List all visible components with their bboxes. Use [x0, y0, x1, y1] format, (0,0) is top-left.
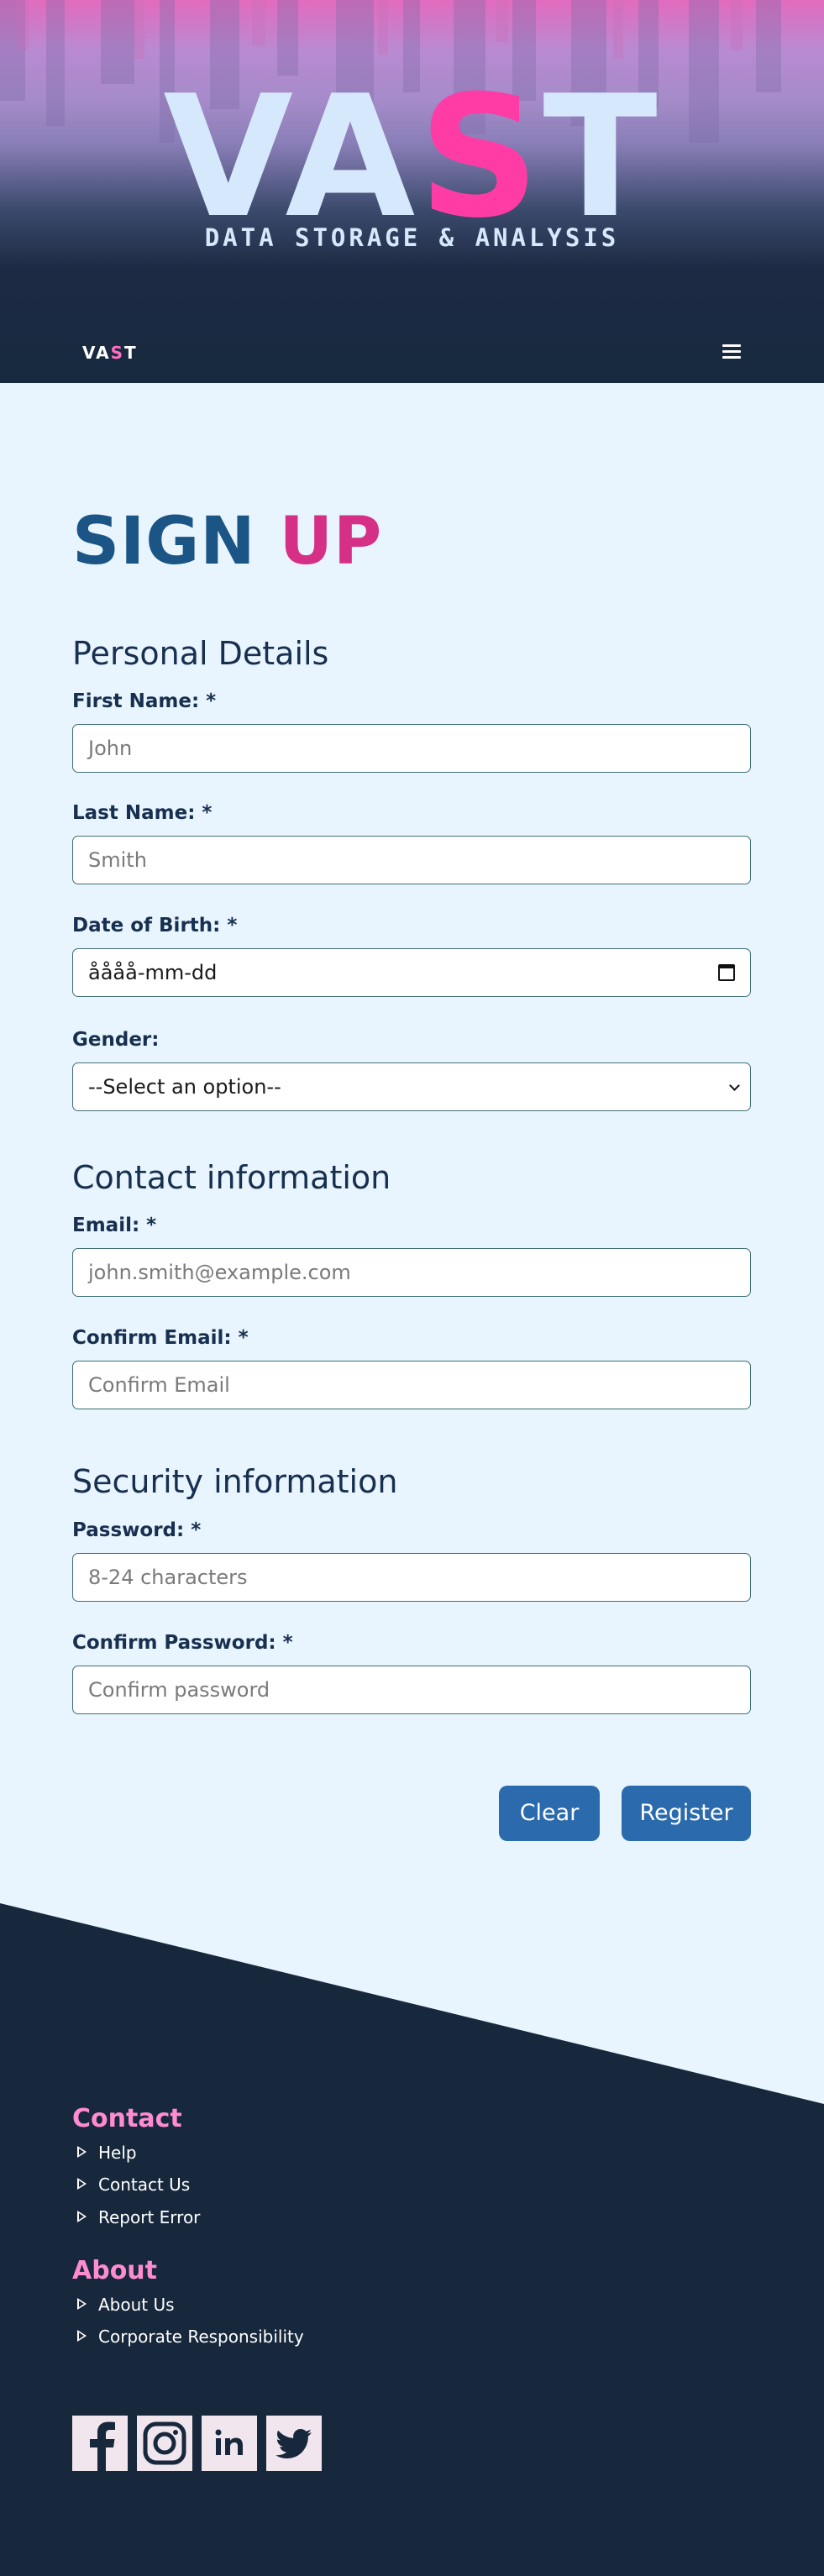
clear-button[interactable]: Clear — [499, 1786, 600, 1841]
last-name-input[interactable]: Smith — [72, 836, 751, 884]
footer-contact-heading: Contact — [72, 2104, 182, 2133]
dob-label: Date of Birth: * — [72, 915, 238, 936]
footer-link-report-error[interactable]: Report Error — [77, 2207, 200, 2227]
first-name-input[interactable]: John — [72, 724, 751, 773]
footer-link-corporate-responsibility[interactable]: Corporate Responsibility — [77, 2327, 304, 2347]
facebook-icon[interactable] — [72, 2416, 128, 2471]
footer — [0, 1898, 824, 2576]
gender-select[interactable]: --Select an option-- — [72, 1062, 751, 1111]
calendar-icon[interactable] — [718, 964, 735, 981]
footer-link-contact-us[interactable]: Contact Us — [77, 2175, 190, 2195]
dob-value: åååå-mm-dd — [88, 961, 218, 984]
register-button[interactable]: Register — [622, 1786, 751, 1841]
password-label: Password: * — [72, 1519, 202, 1541]
footer-link-help[interactable]: Help — [77, 2143, 137, 2163]
page-title: SIGN UP — [72, 504, 383, 580]
linkedin-icon[interactable] — [202, 2416, 257, 2471]
triangle-bullet-icon — [77, 2211, 87, 2222]
triangle-bullet-icon — [77, 2298, 87, 2310]
last-name-label: Last Name: * — [72, 802, 213, 824]
triangle-bullet-icon — [77, 2146, 87, 2158]
confirm-email-label: Confirm Email: * — [72, 1327, 249, 1349]
email-label: Email: * — [72, 1215, 157, 1236]
chevron-down-icon — [729, 1080, 740, 1091]
first-name-label: First Name: * — [72, 690, 217, 712]
password-input[interactable]: 8-24 characters — [72, 1553, 751, 1602]
footer-about-heading: About — [72, 2256, 158, 2285]
confirm-password-label: Confirm Password: * — [72, 1632, 293, 1654]
section-contact-information: Contact information — [72, 1159, 391, 1196]
email-input[interactable]: john.smith@example.com — [72, 1248, 751, 1297]
triangle-bullet-icon — [77, 2178, 87, 2190]
twitter-icon[interactable] — [266, 2416, 322, 2471]
instagram-icon[interactable] — [137, 2416, 192, 2471]
signup-form: SIGN UP Personal Details First Name: * J… — [0, 0, 824, 1898]
gender-label: Gender: — [72, 1029, 160, 1051]
confirm-password-input[interactable]: Confirm password — [72, 1666, 751, 1714]
triangle-bullet-icon — [77, 2330, 87, 2342]
confirm-email-input[interactable]: Confirm Email — [72, 1361, 751, 1409]
gender-selected-value: --Select an option-- — [88, 1075, 281, 1099]
section-security-information: Security information — [72, 1463, 398, 1500]
footer-background — [0, 1903, 824, 2576]
footer-link-about-us[interactable]: About Us — [77, 2295, 175, 2315]
section-personal-details: Personal Details — [72, 635, 329, 672]
dob-input[interactable]: åååå-mm-dd — [72, 948, 751, 997]
